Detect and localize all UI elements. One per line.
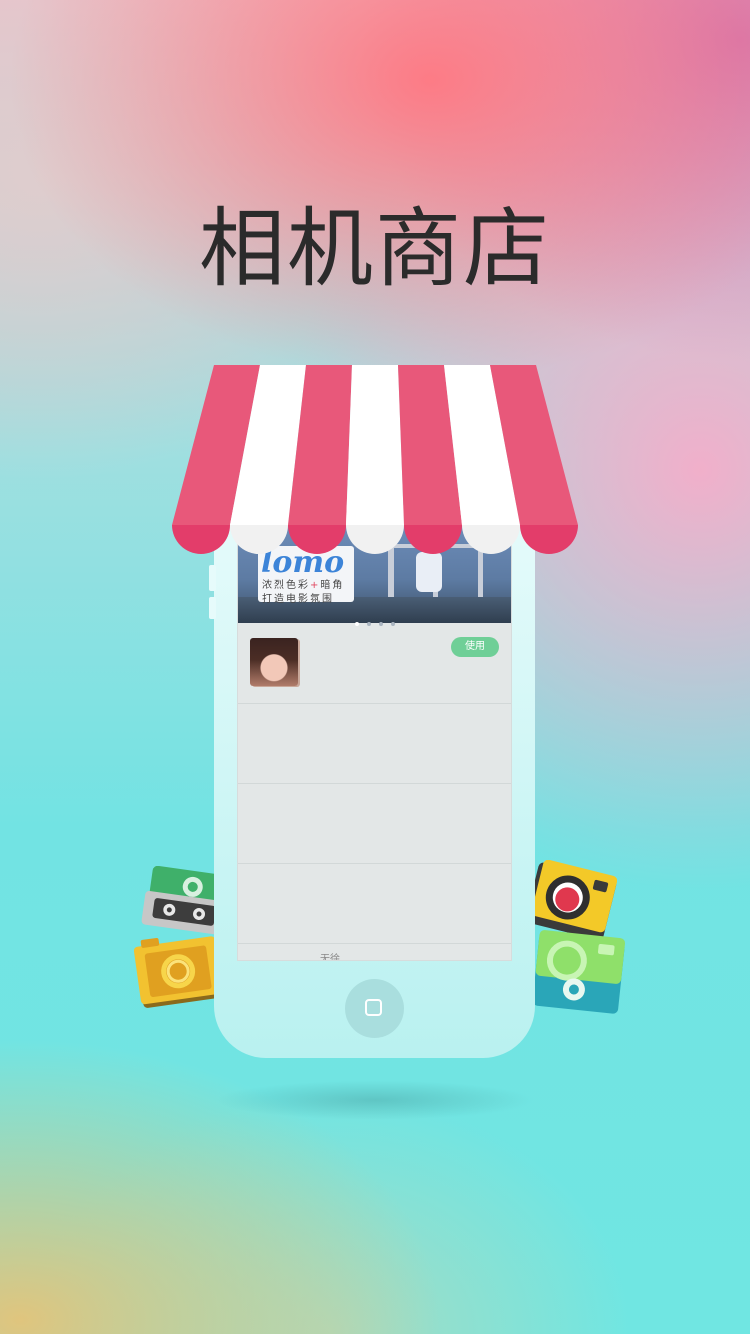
list-item[interactable]: 使用 bbox=[238, 623, 511, 704]
phone-side-button bbox=[209, 565, 216, 591]
phone-side-button bbox=[209, 597, 216, 619]
banner-person bbox=[416, 552, 442, 592]
page-title: 相机商店 bbox=[199, 199, 551, 299]
home-button-icon[interactable] bbox=[345, 979, 404, 1038]
filter-thumbnail bbox=[250, 638, 298, 686]
shop-awning bbox=[170, 365, 580, 555]
phone-shadow bbox=[215, 1080, 535, 1120]
use-button[interactable]: 使用 bbox=[451, 637, 499, 657]
list-item[interactable]: 无徐 bbox=[238, 943, 511, 961]
list-item[interactable] bbox=[238, 703, 511, 784]
list-item-title: 无徐 bbox=[320, 954, 340, 961]
phone-screen: lomo 浓烈色彩+暗角 打造电影氛围 使用 无徐 bbox=[237, 525, 512, 961]
banner-caption-line2: 打造电影氛围 bbox=[262, 594, 334, 605]
green-camera-icon bbox=[530, 920, 630, 1029]
list-item[interactable] bbox=[238, 783, 511, 864]
list-item[interactable] bbox=[238, 863, 511, 943]
